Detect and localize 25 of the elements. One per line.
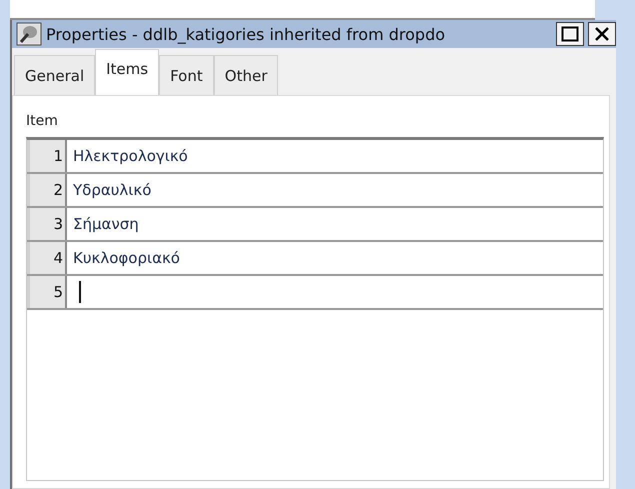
item-cell[interactable]: Κυκλοφοριακό — [67, 242, 603, 274]
close-icon — [594, 26, 610, 42]
window-title: Properties - ddlb_katigories inherited from dropdo — [46, 24, 446, 44]
item-cell[interactable]: Σήμανση — [67, 208, 603, 240]
item-label: Item — [26, 113, 59, 131]
tab[interactable]: General — [14, 55, 96, 95]
item-cell[interactable]: Υδραυλικό — [67, 174, 603, 206]
tab[interactable]: Items — [95, 49, 160, 95]
close-button[interactable] — [588, 22, 616, 46]
grid-row[interactable]: 2 Υδραυλικό — [27, 174, 603, 208]
grid-row[interactable]: 5 — [27, 276, 603, 310]
properties-icon — [16, 22, 42, 46]
maximize-button[interactable] — [556, 22, 584, 46]
row-number: 1 — [27, 140, 67, 172]
tab[interactable]: Font — [159, 55, 214, 95]
grid-row[interactable]: 1 Ηλεκτρολογικό — [27, 140, 603, 174]
row-number: 5 — [27, 276, 67, 308]
maximize-icon — [561, 26, 579, 42]
item-cell[interactable]: Ηλεκτρολογικό — [67, 140, 603, 172]
row-number: 3 — [27, 208, 67, 240]
tab[interactable]: Other — [214, 55, 278, 95]
row-number: 4 — [27, 242, 67, 274]
row-number: 2 — [27, 174, 67, 206]
grid-row[interactable]: 4 Κυκλοφοριακό — [27, 242, 603, 276]
grid-row[interactable]: 3 Σήμανση — [27, 208, 603, 242]
